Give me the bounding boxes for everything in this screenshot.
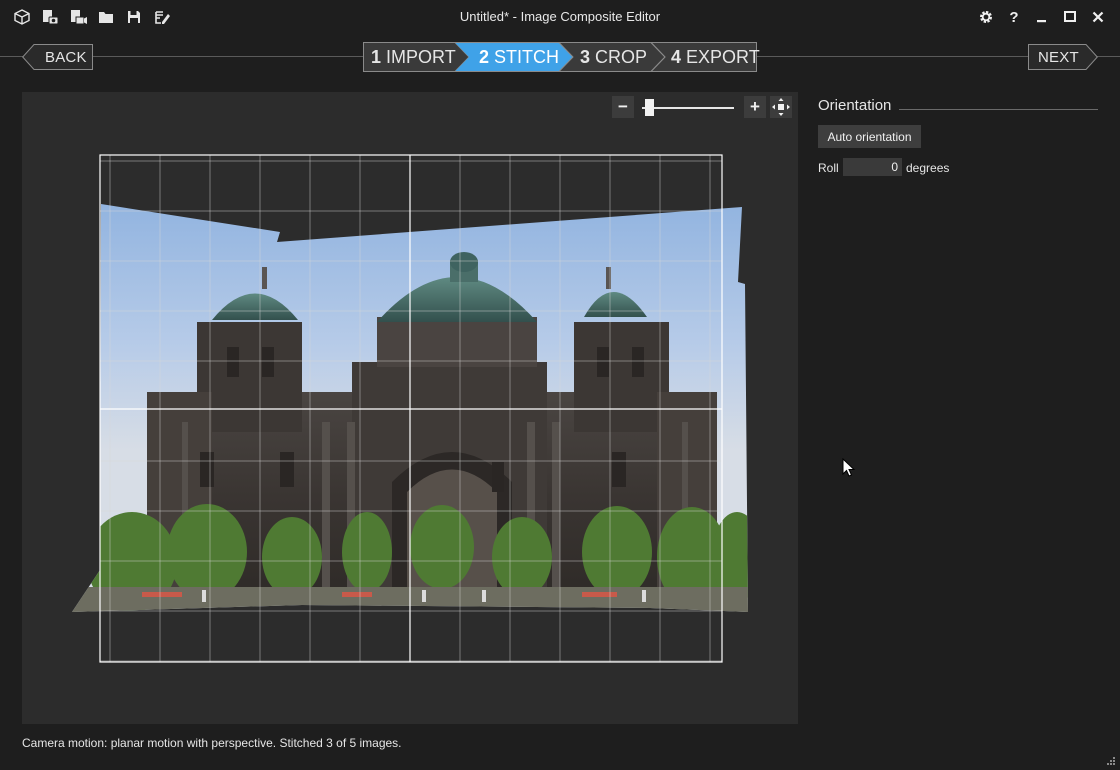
zoom-out-button[interactable]: − <box>612 96 634 118</box>
close-icon[interactable] <box>1086 5 1110 29</box>
panorama-preview[interactable] <box>22 92 798 724</box>
wizard-steps: 1 IMPORT 2 STITCH 3 CROP 4 EXPORT <box>363 42 760 72</box>
zoom-controls: − + <box>612 96 796 120</box>
step-stitch[interactable]: 2 STITCH <box>479 47 559 68</box>
help-icon[interactable]: ? <box>1002 5 1026 29</box>
roll-label: Roll <box>818 161 839 175</box>
maximize-icon[interactable] <box>1058 5 1082 29</box>
mouse-cursor-icon <box>842 458 856 477</box>
panorama-canvas[interactable] <box>22 92 798 724</box>
roll-unit: degrees <box>906 161 950 175</box>
minimize-icon[interactable] <box>1030 5 1054 29</box>
new-project-icon[interactable] <box>12 7 32 27</box>
back-label: BACK <box>45 49 87 66</box>
title-bar: Untitled* - Image Composite Editor ? <box>0 0 1120 34</box>
back-button[interactable]: BACK <box>22 44 93 70</box>
step-export[interactable]: 4 EXPORT <box>671 47 760 68</box>
save-project-icon[interactable] <box>124 7 144 27</box>
fit-to-window-icon[interactable] <box>770 96 792 118</box>
step-import[interactable]: 1 IMPORT <box>371 47 456 68</box>
zoom-in-button[interactable]: + <box>744 96 766 118</box>
new-panorama-from-video-icon[interactable] <box>68 7 88 27</box>
new-panorama-from-images-icon[interactable] <box>40 7 60 27</box>
status-text: Camera motion: planar motion with perspe… <box>22 736 402 750</box>
resize-grip-icon[interactable] <box>1106 756 1116 766</box>
roll-input[interactable]: 0 <box>843 158 902 176</box>
stitched-image <box>72 204 748 612</box>
next-label: NEXT <box>1038 49 1079 66</box>
zoom-slider-thumb[interactable] <box>645 99 655 116</box>
auto-orientation-button[interactable]: Auto orientation <box>818 125 921 148</box>
next-button[interactable]: NEXT <box>1028 44 1098 70</box>
settings-gear-icon[interactable] <box>974 5 998 29</box>
zoom-slider-track[interactable] <box>642 107 734 109</box>
orientation-heading: Orientation <box>818 97 892 114</box>
export-panorama-icon[interactable] <box>152 7 172 27</box>
orientation-divider <box>899 109 1098 110</box>
step-crop[interactable]: 3 CROP <box>580 47 647 68</box>
open-project-icon[interactable] <box>96 7 116 27</box>
